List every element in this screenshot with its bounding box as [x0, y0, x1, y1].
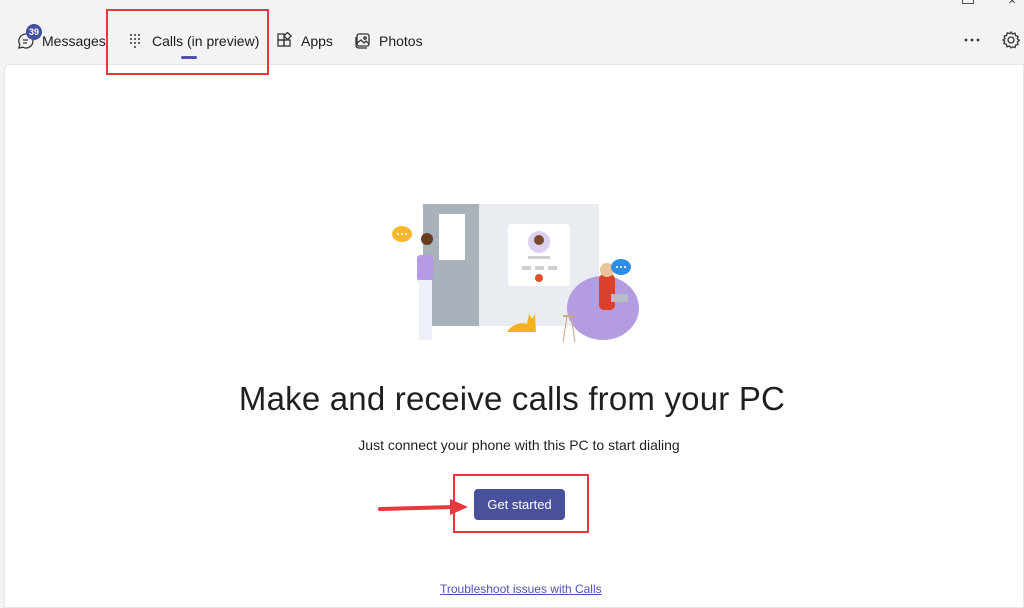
tab-photos-label: Photos [379, 33, 423, 49]
tab-apps-label: Apps [301, 33, 333, 49]
troubleshoot-link[interactable]: Troubleshoot issues with Calls [440, 582, 602, 596]
page-title: Make and receive calls from your PC [238, 380, 786, 417]
door-window [439, 214, 465, 260]
window-control-icon[interactable] [962, 0, 974, 4]
end-call-dot [535, 274, 543, 282]
photos-icon [354, 32, 372, 50]
close-window-icon[interactable]: ✕ [1008, 0, 1016, 7]
apps-icon [276, 31, 294, 50]
tab-messages-label: Messages [42, 33, 106, 49]
tab-photos[interactable]: Photos [354, 28, 423, 54]
annotation-arrow-icon [378, 499, 468, 515]
tab-apps[interactable]: Apps [276, 28, 333, 54]
page-subtitle: Just connect your phone with this PC to … [358, 437, 680, 453]
more-icon[interactable] [962, 32, 982, 48]
gear-icon[interactable] [1001, 30, 1021, 50]
calls-illustration [392, 204, 639, 343]
unread-badge: 39 [26, 24, 42, 40]
annotation-box-get-started [453, 474, 589, 533]
annotation-box-calls-tab [106, 9, 269, 75]
